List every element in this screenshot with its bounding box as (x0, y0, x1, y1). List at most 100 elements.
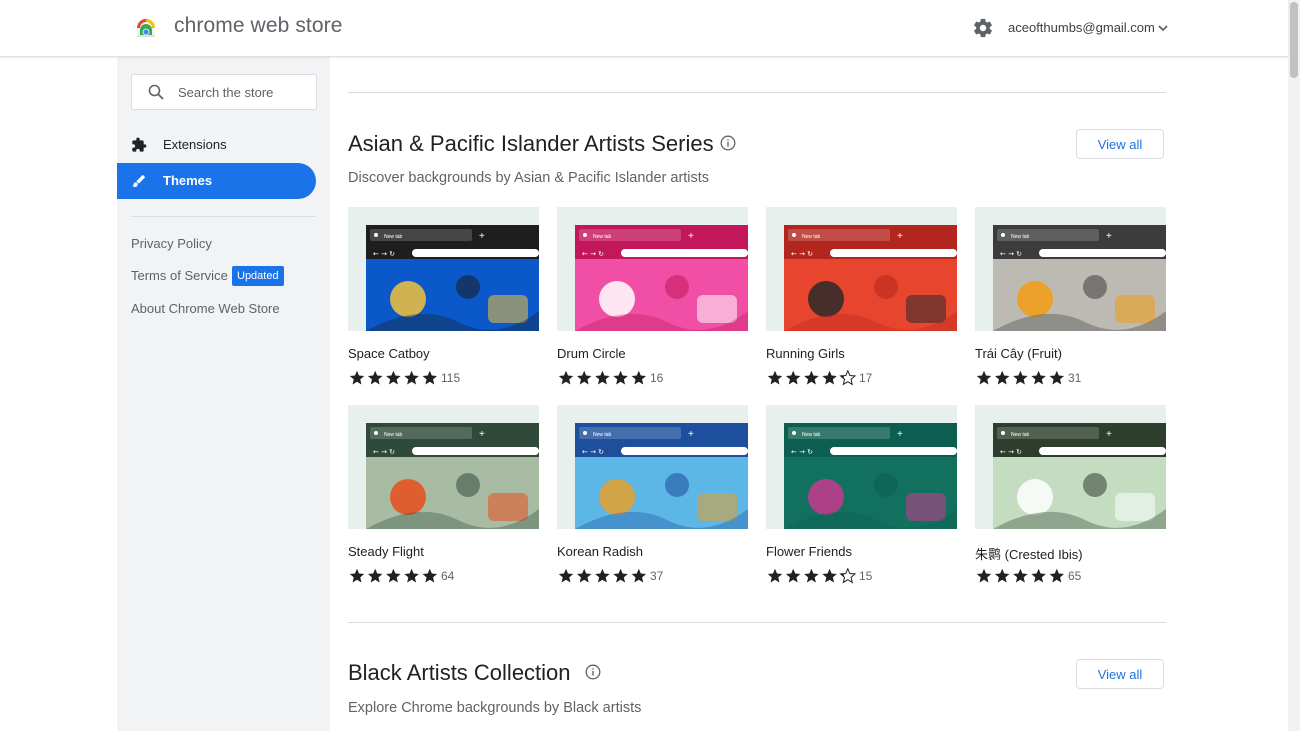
svg-text:+: + (1106, 231, 1112, 242)
brand-title[interactable]: chrome web store (174, 14, 343, 38)
star-icon (1049, 370, 1065, 385)
info-icon[interactable] (720, 135, 736, 151)
sidebar-item-themes[interactable]: Themes (117, 163, 316, 199)
svg-text:New tab: New tab (384, 432, 403, 438)
updated-badge: Updated (232, 266, 284, 286)
theme-card[interactable]: New tab + ← → ↻ Korean Radish 37 (557, 405, 748, 595)
theme-thumbnail[interactable]: New tab + ← → ↻ (975, 405, 1166, 529)
theme-thumbnail[interactable]: New tab + ← → ↻ (348, 405, 539, 529)
star-icon (367, 370, 383, 385)
theme-card[interactable]: New tab + ← → ↻ Flower Friends 15 (766, 405, 957, 595)
svg-text:← → ↻: ← → ↻ (373, 250, 395, 258)
star-icon (576, 370, 592, 385)
theme-thumbnail[interactable]: New tab + ← → ↻ (557, 207, 748, 331)
chevron-down-icon[interactable] (1157, 22, 1169, 34)
star-icon (785, 370, 801, 385)
star-icon (404, 568, 419, 583)
star-icon (976, 568, 992, 583)
star-icon (767, 370, 783, 385)
view-all-button[interactable]: View all (1076, 659, 1164, 689)
section-divider (348, 92, 1166, 93)
theme-card[interactable]: New tab + ← → ↻ Trái Cây (Fruit) 31 (975, 207, 1166, 397)
gear-icon[interactable] (972, 17, 994, 39)
theme-name[interactable]: Flower Friends (766, 544, 852, 559)
view-all-button[interactable]: View all (1076, 129, 1164, 159)
theme-name[interactable]: Running Girls (766, 346, 845, 361)
svg-text:+: + (1106, 429, 1112, 440)
star-icon (576, 568, 592, 583)
theme-thumbnail[interactable]: New tab + ← → ↻ (348, 207, 539, 331)
scrollbar-thumb[interactable] (1290, 2, 1298, 78)
star-icon (404, 370, 419, 385)
star-icon (804, 568, 819, 583)
top-header: chrome web store aceofthumbs@gmail.com (0, 0, 1288, 57)
star-icon (1013, 568, 1028, 583)
star-rating (348, 568, 440, 584)
svg-text:← → ↻: ← → ↻ (1000, 250, 1022, 258)
chrome-web-store-logo-icon[interactable] (134, 16, 158, 40)
rating-count: 65 (1068, 569, 1082, 583)
theme-name[interactable]: Trái Cây (Fruit) (975, 346, 1062, 361)
puzzle-piece-icon (132, 137, 147, 152)
rating-count: 15 (859, 569, 873, 583)
star-icon (822, 568, 837, 583)
svg-text:+: + (897, 429, 903, 440)
svg-text:New tab: New tab (802, 432, 821, 438)
main-content: Asian & Pacific Islander Artists Series … (330, 56, 1184, 731)
rating-count: 31 (1068, 371, 1082, 385)
theme-card[interactable]: New tab + ← → ↻ 朱鹮 (Crested Ibis) 65 (975, 405, 1166, 595)
sidebar: Extensions Themes Privacy Policy Terms o… (117, 56, 330, 731)
terms-of-service-link[interactable]: Terms of Service (131, 268, 228, 283)
svg-text:+: + (897, 231, 903, 242)
theme-name[interactable]: Space Catboy (348, 346, 430, 361)
theme-name[interactable]: Drum Circle (557, 346, 626, 361)
svg-text:+: + (688, 429, 694, 440)
theme-card[interactable]: New tab + ← → ↻ Steady Flight 64 (348, 405, 539, 595)
star-icon (1031, 568, 1046, 583)
scrollbar[interactable] (1288, 0, 1300, 731)
star-icon (386, 370, 401, 385)
rating-count: 17 (859, 371, 873, 385)
star-icon (804, 370, 819, 385)
star-icon (595, 568, 610, 583)
sidebar-divider (131, 216, 316, 217)
theme-card[interactable]: New tab + ← → ↻ Running Girls 17 (766, 207, 957, 397)
section-title: Black Artists Collection (348, 660, 571, 685)
star-icon (349, 370, 365, 385)
star-rating (975, 568, 1067, 584)
theme-card[interactable]: New tab + ← → ↻ Drum Circle 16 (557, 207, 748, 397)
star-icon (422, 568, 438, 583)
privacy-policy-link[interactable]: Privacy Policy (131, 236, 212, 251)
rating-count: 16 (650, 371, 664, 385)
search-input[interactable] (178, 75, 308, 109)
search-box[interactable] (131, 74, 317, 110)
theme-thumbnail[interactable]: New tab + ← → ↻ (766, 405, 957, 529)
svg-text:+: + (479, 231, 485, 242)
star-icon (367, 568, 383, 583)
star-icon (613, 568, 628, 583)
theme-thumbnail[interactable]: New tab + ← → ↻ (975, 207, 1166, 331)
about-link[interactable]: About Chrome Web Store (131, 301, 280, 316)
theme-thumbnail[interactable]: New tab + ← → ↻ (766, 207, 957, 331)
star-icon (994, 568, 1010, 583)
star-icon (386, 568, 401, 583)
theme-name[interactable]: Korean Radish (557, 544, 643, 559)
theme-name[interactable]: 朱鹮 (Crested Ibis) (975, 544, 1083, 563)
theme-thumbnail[interactable]: New tab + ← → ↻ (557, 405, 748, 529)
theme-card[interactable]: New tab + ← → ↻ Space Catboy 115 (348, 207, 539, 397)
theme-name[interactable]: Steady Flight (348, 544, 424, 559)
star-icon (785, 568, 801, 583)
star-icon (994, 370, 1010, 385)
svg-text:New tab: New tab (802, 234, 821, 240)
svg-text:← → ↻: ← → ↻ (791, 448, 813, 456)
star-rating (348, 370, 440, 386)
svg-text:← → ↻: ← → ↻ (373, 448, 395, 456)
account-email[interactable]: aceofthumbs@gmail.com (1008, 20, 1155, 35)
star-icon (1031, 370, 1046, 385)
svg-text:New tab: New tab (384, 234, 403, 240)
sidebar-item-extensions[interactable]: Extensions (117, 127, 316, 163)
info-icon[interactable] (585, 664, 601, 680)
section-subtitle: Discover backgrounds by Asian & Pacific … (348, 170, 710, 186)
star-rating (975, 370, 1067, 386)
star-icon (422, 370, 438, 385)
